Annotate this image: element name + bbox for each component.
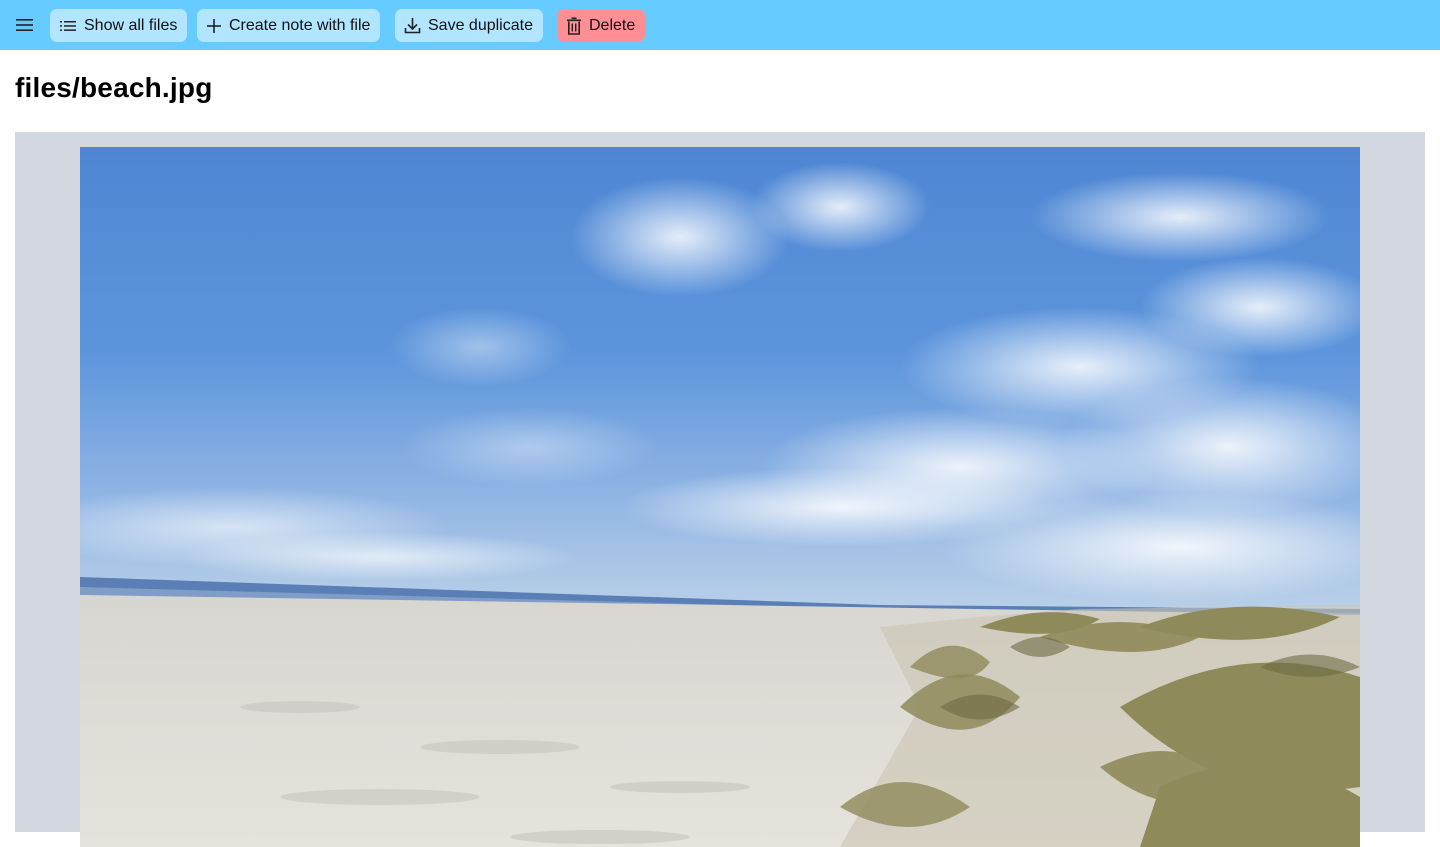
create-note-with-file-button[interactable]: Create note with file <box>197 9 381 42</box>
show-all-files-button[interactable]: Show all files <box>50 9 188 42</box>
plus-icon <box>207 18 221 33</box>
create-note-label: Create note with file <box>229 16 371 34</box>
delete-label: Delete <box>589 16 636 34</box>
menu-button[interactable] <box>10 10 40 40</box>
show-all-files-label: Show all files <box>84 16 178 34</box>
beach-photo <box>80 147 1360 847</box>
list-icon <box>60 20 76 31</box>
trash-icon <box>567 17 581 35</box>
download-icon <box>404 18 421 34</box>
hamburger-menu-icon <box>16 19 33 31</box>
delete-button[interactable]: Delete <box>557 9 646 42</box>
page-title: files/beach.jpg <box>15 72 213 103</box>
save-duplicate-button[interactable]: Save duplicate <box>395 9 543 42</box>
beach-photo-image <box>80 147 1360 847</box>
top-toolbar: Show all files Create note with file Sav… <box>0 0 1440 50</box>
save-duplicate-label: Save duplicate <box>428 16 533 34</box>
file-preview-frame <box>15 132 1425 847</box>
